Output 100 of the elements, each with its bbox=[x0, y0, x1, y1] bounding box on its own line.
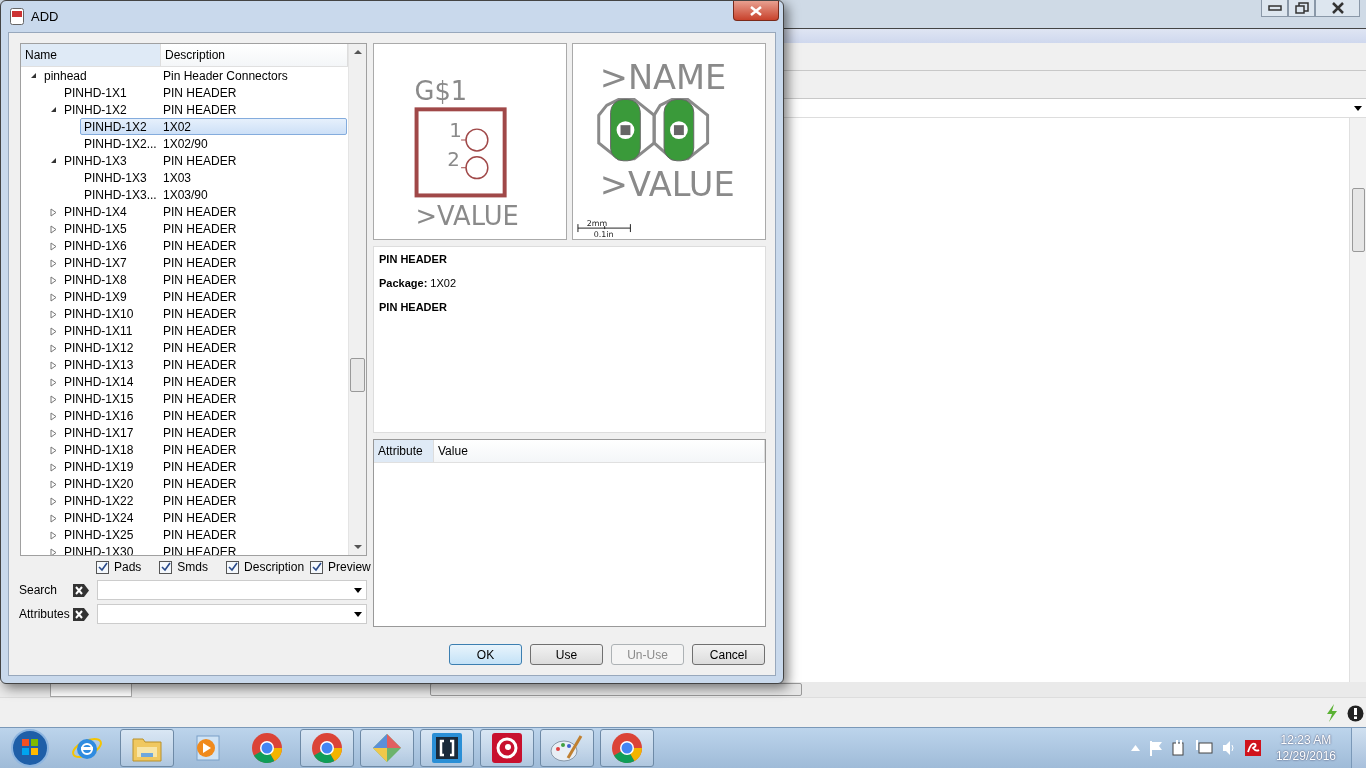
collapse-arrow-icon[interactable] bbox=[30, 72, 37, 79]
tree-row[interactable]: PINHD-1X2 PIN HEADER bbox=[60, 101, 347, 118]
expand-arrow-icon[interactable] bbox=[50, 480, 57, 489]
value-label: >VALUE bbox=[599, 165, 735, 205]
checkbox[interactable] bbox=[226, 560, 240, 574]
tree-row[interactable]: PINHD-1X24 PIN HEADER bbox=[60, 509, 347, 526]
expand-arrow-icon[interactable] bbox=[50, 548, 57, 555]
description-text: PIN HEADER bbox=[379, 301, 448, 313]
column-header[interactable]: Attribute bbox=[374, 440, 434, 462]
warning-icon[interactable] bbox=[1347, 704, 1364, 722]
tree-row[interactable]: PINHD-1X3 1X03 bbox=[80, 169, 347, 186]
expand-arrow-icon[interactable] bbox=[50, 208, 57, 217]
tree-row[interactable]: PINHD-1X10 PIN HEADER bbox=[60, 305, 347, 322]
dialog-button[interactable]: Use bbox=[530, 644, 603, 665]
expand-arrow-icon[interactable] bbox=[50, 310, 57, 319]
expand-arrow-icon[interactable] bbox=[50, 463, 57, 472]
close-button[interactable] bbox=[1315, 0, 1360, 17]
checkbox[interactable] bbox=[310, 560, 324, 574]
scale-label: 0.1in bbox=[593, 230, 614, 239]
tree-row[interactable]: PINHD-1X3 PIN HEADER bbox=[60, 152, 347, 169]
tree-row[interactable]: PINHD-1X2 1X02 bbox=[80, 118, 347, 135]
show-desktop-button[interactable] bbox=[1351, 728, 1366, 768]
tree-row[interactable]: PINHD-1X20 PIN HEADER bbox=[60, 475, 347, 492]
scale-label: 2mm bbox=[586, 219, 608, 229]
collapse-arrow-icon[interactable] bbox=[50, 157, 57, 164]
tree-row[interactable]: PINHD-1X8 PIN HEADER bbox=[60, 271, 347, 288]
expand-arrow-icon[interactable] bbox=[50, 378, 57, 387]
expand-arrow-icon[interactable] bbox=[50, 327, 57, 336]
schematic-file-icon bbox=[10, 8, 24, 25]
dialog-button[interactable]: Cancel bbox=[692, 644, 765, 665]
tree-row[interactable]: PINHD-1X2... 1X02/90 bbox=[80, 135, 347, 152]
expand-arrow-icon[interactable] bbox=[50, 531, 57, 540]
expand-arrow-icon[interactable] bbox=[50, 259, 57, 268]
browser-icon bbox=[611, 732, 643, 764]
field-label: Attributes bbox=[19, 607, 71, 621]
close-button[interactable] bbox=[733, 1, 779, 21]
checkbox-label: Preview bbox=[328, 560, 371, 574]
combo-field[interactable] bbox=[97, 580, 367, 600]
value-label: >VALUE bbox=[415, 201, 519, 232]
expand-arrow-icon[interactable] bbox=[50, 242, 57, 251]
antivirus-icon[interactable] bbox=[1244, 740, 1261, 756]
tree-row[interactable]: pinhead Pin Header Connectors bbox=[40, 67, 347, 84]
expand-arrow-icon[interactable] bbox=[50, 429, 57, 438]
tree-row[interactable]: PINHD-1X17 PIN HEADER bbox=[60, 424, 347, 441]
tree-row[interactable]: PINHD-1X11 PIN HEADER bbox=[60, 322, 347, 339]
expand-arrow-icon[interactable] bbox=[50, 293, 57, 302]
expand-arrow-icon[interactable] bbox=[50, 225, 57, 234]
expand-arrow-icon[interactable] bbox=[50, 446, 57, 455]
tree-row[interactable]: PINHD-1X25 PIN HEADER bbox=[60, 526, 347, 543]
symbol-name: G$1 bbox=[414, 76, 468, 107]
tree-row[interactable]: PINHD-1X30 PIN HEADER bbox=[60, 543, 347, 555]
column-header[interactable]: Value bbox=[434, 440, 765, 462]
dialog-button[interactable]: OK bbox=[449, 644, 522, 665]
restore-icon bbox=[1294, 2, 1309, 14]
tree-row[interactable]: PINHD-1X13 PIN HEADER bbox=[60, 356, 347, 373]
vertical-scrollbar[interactable] bbox=[348, 44, 366, 555]
tree-row[interactable]: PINHD-1X15 PIN HEADER bbox=[60, 390, 347, 407]
restore-button[interactable] bbox=[1288, 0, 1315, 17]
tree-row[interactable]: PINHD-1X4 PIN HEADER bbox=[60, 203, 347, 220]
tree-row[interactable]: PINHD-1X12 PIN HEADER bbox=[60, 339, 347, 356]
expand-arrow-icon[interactable] bbox=[50, 412, 57, 421]
lightning-icon[interactable] bbox=[1325, 704, 1339, 722]
browser-icon bbox=[311, 732, 343, 764]
expand-arrow-icon[interactable] bbox=[50, 514, 57, 523]
checkbox-label: Description bbox=[244, 560, 305, 574]
tree-row[interactable]: PINHD-1X6 PIN HEADER bbox=[60, 237, 347, 254]
collapse-arrow-icon[interactable] bbox=[50, 106, 57, 113]
minimize-button[interactable] bbox=[1261, 0, 1288, 17]
tree-row[interactable]: PINHD-1X16 PIN HEADER bbox=[60, 407, 347, 424]
checkbox-label: Smds bbox=[177, 560, 209, 574]
close-icon bbox=[1330, 2, 1345, 14]
tree-row[interactable]: PINHD-1X5 PIN HEADER bbox=[60, 220, 347, 237]
clear-icon[interactable] bbox=[73, 607, 89, 621]
tree-row[interactable]: PINHD-1X7 PIN HEADER bbox=[60, 254, 347, 271]
column-header[interactable]: Name bbox=[21, 44, 161, 66]
taskbar-button[interactable] bbox=[420, 729, 474, 767]
expand-arrow-icon[interactable] bbox=[50, 497, 57, 506]
tree-row[interactable]: PINHD-1X9 PIN HEADER bbox=[60, 288, 347, 305]
tree-row[interactable]: PINHD-1X14 PIN HEADER bbox=[60, 373, 347, 390]
app-icon bbox=[491, 732, 523, 764]
clear-icon[interactable] bbox=[73, 583, 89, 597]
expand-arrow-icon[interactable] bbox=[50, 344, 57, 353]
expand-arrow-icon[interactable] bbox=[50, 395, 57, 404]
tree-row[interactable]: PINHD-1X1 PIN HEADER bbox=[60, 84, 347, 101]
tree-row[interactable]: PINHD-1X3... 1X03/90 bbox=[80, 186, 347, 203]
checkbox[interactable] bbox=[96, 560, 109, 574]
expand-arrow-icon[interactable] bbox=[50, 361, 57, 370]
network-icon[interactable] bbox=[1194, 740, 1213, 756]
expand-arrow-icon[interactable] bbox=[50, 276, 57, 285]
tree-row[interactable]: PINHD-1X18 PIN HEADER bbox=[60, 441, 347, 458]
combo-field[interactable] bbox=[97, 604, 367, 624]
column-header[interactable]: Description bbox=[161, 44, 348, 66]
tree-row[interactable]: PINHD-1X19 PIN HEADER bbox=[60, 458, 347, 475]
minimize-icon bbox=[1267, 5, 1282, 11]
description-title: PIN HEADER bbox=[379, 253, 448, 265]
checkbox-label: Pads bbox=[114, 560, 142, 574]
tree-row[interactable]: PINHD-1X22 PIN HEADER bbox=[60, 492, 347, 509]
vertical-scrollbar[interactable] bbox=[1349, 118, 1366, 682]
checkbox[interactable] bbox=[159, 560, 173, 574]
power-plug-icon[interactable] bbox=[1171, 740, 1186, 756]
